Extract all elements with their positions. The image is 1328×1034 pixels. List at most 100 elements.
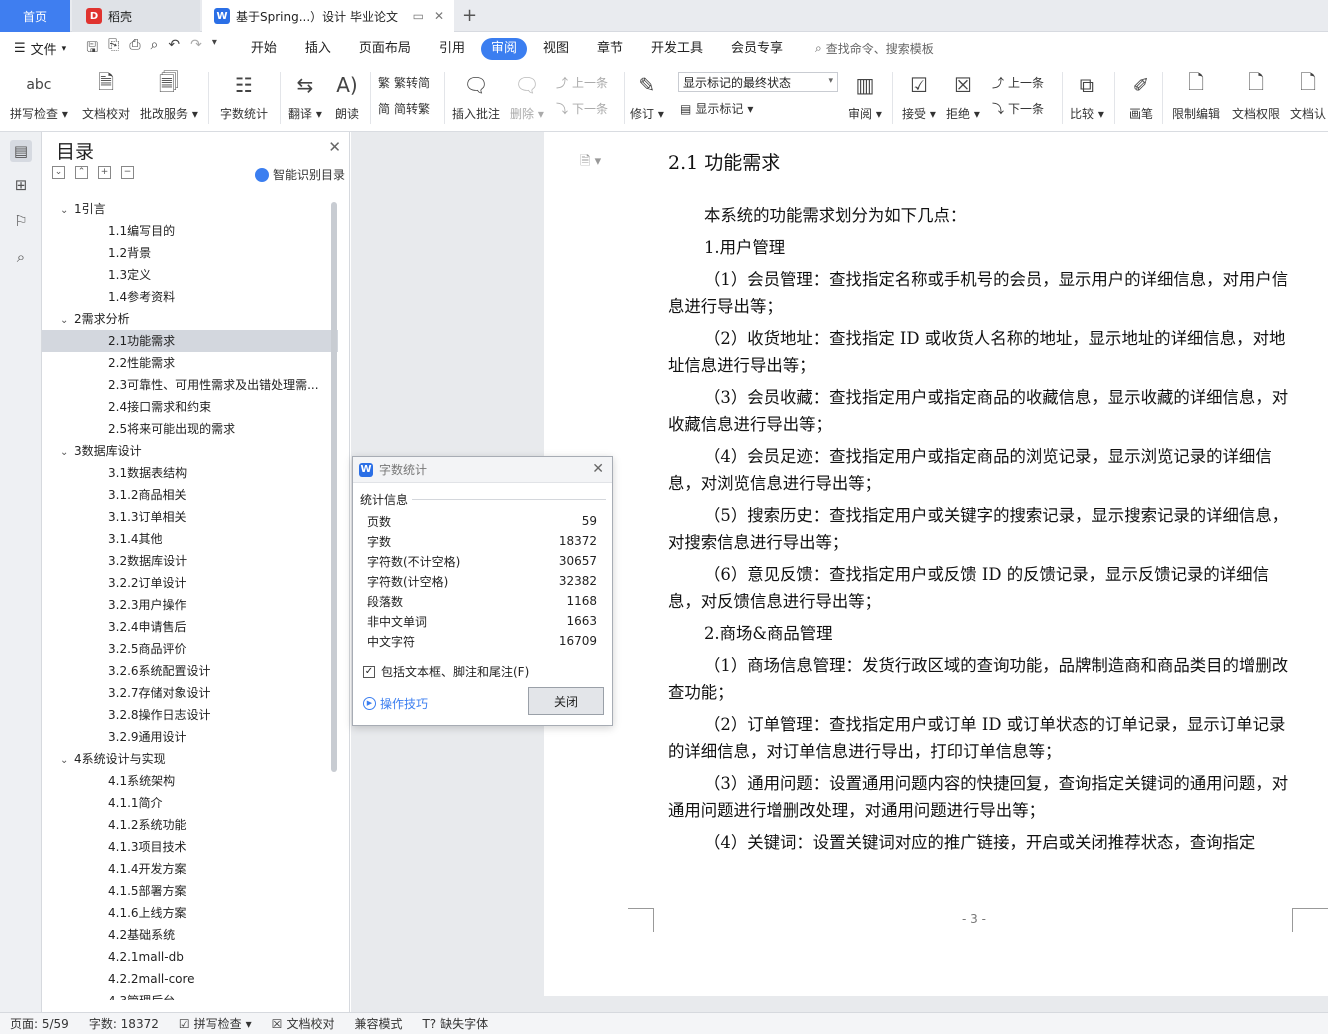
- status-spell-check[interactable]: ☑ 拼写检查 ▾: [169, 1015, 262, 1032]
- toc-item[interactable]: 3.2.4申请售后: [42, 616, 338, 638]
- undo-icon[interactable]: ↶: [168, 37, 180, 61]
- toc-item[interactable]: 4.1.3项目技术: [42, 836, 338, 858]
- show-markup-button[interactable]: ▤ 显示标记 ▾: [680, 100, 753, 117]
- file-menu[interactable]: ☰ 文件 ▾: [14, 39, 66, 58]
- ribbon-tab[interactable]: 章节: [585, 38, 635, 60]
- ribbon-tab[interactable]: 会员专享: [719, 38, 795, 60]
- chevron-down-icon[interactable]: ⌄: [60, 200, 74, 220]
- toc-item[interactable]: 3.2数据库设计: [42, 550, 338, 572]
- toc-item[interactable]: ⌄ 4系统设计与实现: [42, 748, 338, 770]
- toc-scrollbar[interactable]: [331, 202, 337, 772]
- toc-item[interactable]: 3.2.9通用设计: [42, 726, 338, 748]
- simp-to-trad-button[interactable]: 简简转繁: [378, 100, 430, 117]
- quick-more-icon[interactable]: ▾: [212, 37, 217, 61]
- pen-button[interactable]: ✐ 画笔: [1126, 70, 1156, 122]
- toc-item[interactable]: 1.1编写目的: [42, 220, 338, 242]
- toc-item[interactable]: 2.5将来可能出现的需求: [42, 418, 338, 440]
- prev-change-button[interactable]: ⤴ 上一条: [992, 74, 1044, 91]
- chevron-down-icon[interactable]: ⌄: [60, 442, 74, 462]
- toc-item[interactable]: 1.3定义: [42, 264, 338, 286]
- read-aloud-button[interactable]: A) 朗读: [332, 70, 362, 122]
- tab-home[interactable]: 首页: [0, 0, 70, 32]
- export-icon[interactable]: ⎘: [108, 37, 119, 61]
- document-body[interactable]: 本系统的功能需求划分为如下几点： 1.用户管理 （1）会员管理：查找指定名称或手机号…: [668, 202, 1290, 861]
- page-options-icon[interactable]: 🗎 ▾: [580, 152, 601, 174]
- word-count-button[interactable]: ☷ 字数统计: [220, 70, 268, 122]
- doc-permission-button[interactable]: 🗋 文档权限: [1232, 70, 1280, 122]
- prev-comment-button[interactable]: ⤴ 上一条: [556, 74, 608, 91]
- ribbon-tab[interactable]: 插入: [293, 38, 343, 60]
- toc-item[interactable]: 3.1.4其他: [42, 528, 338, 550]
- add-heading-icon[interactable]: +: [98, 166, 111, 179]
- toc-item[interactable]: ⌄ 2需求分析: [42, 308, 338, 330]
- toc-item[interactable]: 3.2.8操作日志设计: [42, 704, 338, 726]
- search-icon[interactable]: ⌕: [10, 246, 32, 268]
- next-comment-button[interactable]: ⤵ 下一条: [556, 100, 608, 117]
- status-compat-mode[interactable]: 兼容模式: [344, 1015, 412, 1032]
- spell-check-button[interactable]: abc 拼写检查 ▾: [10, 70, 68, 122]
- toc-item[interactable]: 4.1.5部署方案: [42, 880, 338, 902]
- toc-item[interactable]: 3.1数据表结构: [42, 462, 338, 484]
- collapse-all-icon[interactable]: ⌃: [75, 166, 88, 179]
- markup-state-select[interactable]: 显示标记的最终状态 ▾: [678, 72, 838, 92]
- ribbon-tab[interactable]: 页面布局: [347, 38, 423, 60]
- ribbon-tab[interactable]: 视图: [531, 38, 581, 60]
- toc-item[interactable]: 4.1.4开发方案: [42, 858, 338, 880]
- toc-item[interactable]: 4.3管理后台: [42, 990, 338, 1000]
- command-search[interactable]: ⌕ 查找命令、搜索模板: [815, 40, 934, 57]
- tab-daoke[interactable]: D 稻壳: [72, 0, 200, 32]
- redo-icon[interactable]: ↷: [190, 37, 202, 61]
- revise-button[interactable]: ✎ 修订 ▾: [630, 70, 664, 122]
- close-icon[interactable]: ✕: [592, 461, 604, 477]
- toc-item[interactable]: 4.2.2mall-core: [42, 968, 338, 990]
- dialog-titlebar[interactable]: W 字数统计: [353, 457, 612, 483]
- chapter-nav-icon[interactable]: ⊞: [10, 174, 32, 196]
- smart-toc-button[interactable]: 智能识别目录: [254, 166, 345, 183]
- print-icon[interactable]: ⎙: [129, 37, 140, 61]
- print-preview-icon[interactable]: ⌕: [151, 37, 159, 61]
- tab-close-icon[interactable]: ✕: [434, 9, 444, 23]
- toc-item[interactable]: 3.1.3订单相关: [42, 506, 338, 528]
- toc-item[interactable]: 3.2.6系统配置设计: [42, 660, 338, 682]
- toc-item[interactable]: 1.4参考资料: [42, 286, 338, 308]
- save-icon[interactable]: 🖫: [86, 37, 98, 61]
- toc-item[interactable]: 4.1.6上线方案: [42, 902, 338, 924]
- toc-item[interactable]: 4.1.1简介: [42, 792, 338, 814]
- annotate-service-button[interactable]: 🗐 批改服务 ▾: [140, 70, 198, 122]
- new-tab-icon[interactable]: +: [462, 5, 477, 26]
- accept-button[interactable]: ☑ 接受 ▾: [902, 70, 936, 122]
- chevron-down-icon[interactable]: ⌄: [60, 310, 74, 330]
- proofread-button[interactable]: 🗎 文档校对: [82, 70, 130, 122]
- toc-item[interactable]: 3.2.5商品评价: [42, 638, 338, 660]
- status-proofread[interactable]: ☒ 文档校对: [262, 1015, 345, 1032]
- toc-item[interactable]: 4.2基础系统: [42, 924, 338, 946]
- toc-item[interactable]: 2.2性能需求: [42, 352, 338, 374]
- insert-comment-button[interactable]: 🗨 插入批注: [452, 70, 500, 122]
- ribbon-tab[interactable]: 开始: [239, 38, 289, 60]
- document-page[interactable]: 🗎 ▾ 2.1 功能需求 本系统的功能需求划分为如下几点： 1.用户管理 （1）会员…: [544, 132, 1328, 996]
- review-pane-button[interactable]: ▥ 审阅 ▾: [848, 70, 882, 122]
- trad-to-simp-button[interactable]: 繁繁转简: [378, 74, 430, 91]
- tab-document[interactable]: W 基于Spring...）设计 毕业论文 ▭ ✕: [202, 0, 454, 32]
- close-icon[interactable]: ✕: [328, 138, 341, 156]
- include-textbox-checkbox[interactable]: ✓ 包括文本框、脚注和尾注(F): [363, 663, 529, 680]
- remove-heading-icon[interactable]: −: [121, 166, 134, 179]
- toc-item[interactable]: 2.3可靠性、可用性需求及出错处理需...: [42, 374, 338, 396]
- toc-item[interactable]: ⌄ 3数据库设计: [42, 440, 338, 462]
- tips-link[interactable]: ▶ 操作技巧: [363, 695, 428, 712]
- toc-item[interactable]: 3.2.2订单设计: [42, 572, 338, 594]
- toc-item[interactable]: 4.2.1mall-db: [42, 946, 338, 968]
- status-page[interactable]: 页面: 5/59: [0, 1015, 79, 1032]
- toc-item[interactable]: 3.2.7存储对象设计: [42, 682, 338, 704]
- toc-nav-icon[interactable]: ▤: [10, 140, 32, 162]
- toc-item[interactable]: ⌄ 1引言: [42, 198, 338, 220]
- ribbon-tab[interactable]: 审阅: [480, 37, 527, 60]
- reject-button[interactable]: ☒ 拒绝 ▾: [946, 70, 980, 122]
- toc-item[interactable]: 1.2背景: [42, 242, 338, 264]
- bookmark-icon[interactable]: ⚐: [10, 210, 32, 232]
- tab-pin-icon[interactable]: ▭: [413, 9, 424, 23]
- close-button[interactable]: 关闭: [528, 687, 604, 715]
- status-words[interactable]: 字数: 18372: [79, 1015, 169, 1032]
- chevron-down-icon[interactable]: ⌄: [60, 750, 74, 770]
- ribbon-tab[interactable]: 开发工具: [639, 38, 715, 60]
